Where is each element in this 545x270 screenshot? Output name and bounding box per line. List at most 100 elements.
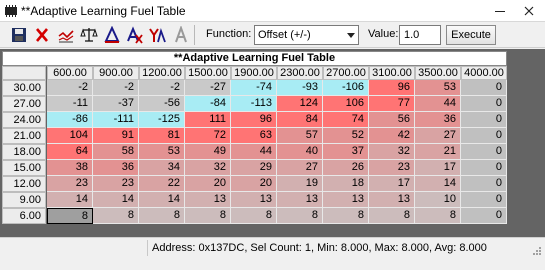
table-cell[interactable]: -56: [139, 96, 185, 112]
table-cell[interactable]: 104: [47, 128, 93, 144]
table-cell[interactable]: 0: [461, 192, 507, 208]
table-cell[interactable]: 56: [369, 112, 415, 128]
table-cell[interactable]: 34: [139, 160, 185, 176]
table-cell[interactable]: 36: [415, 112, 461, 128]
column-header[interactable]: 900.00: [93, 66, 139, 80]
table-cell[interactable]: 13: [231, 192, 277, 208]
table-cell[interactable]: 44: [415, 96, 461, 112]
delta-a-icon[interactable]: [103, 26, 121, 44]
table-cell[interactable]: 27: [277, 160, 323, 176]
column-header[interactable]: 3100.00: [369, 66, 415, 80]
table-cell[interactable]: 58: [93, 144, 139, 160]
table-cell[interactable]: 44: [231, 144, 277, 160]
minimize-button[interactable]: [487, 0, 512, 22]
table-cell[interactable]: 0: [461, 80, 507, 96]
table-cell[interactable]: 14: [93, 192, 139, 208]
table-cell[interactable]: 49: [185, 144, 231, 160]
table-cell[interactable]: 0: [461, 144, 507, 160]
table-cell[interactable]: 23: [93, 176, 139, 192]
table-cell[interactable]: 13: [369, 192, 415, 208]
table-cell[interactable]: 0: [461, 208, 507, 224]
table-cell[interactable]: 53: [415, 80, 461, 96]
table-cell[interactable]: 0: [461, 176, 507, 192]
table-cell[interactable]: 32: [369, 144, 415, 160]
balance-icon[interactable]: [80, 26, 98, 44]
table-cell[interactable]: 13: [323, 192, 369, 208]
table-cell[interactable]: 42: [369, 128, 415, 144]
table-cell[interactable]: 37: [323, 144, 369, 160]
table-cell[interactable]: 27: [415, 128, 461, 144]
x-a-icon[interactable]: [125, 26, 143, 44]
table-cell[interactable]: 36: [93, 160, 139, 176]
table-cell[interactable]: 22: [139, 176, 185, 192]
table-cell[interactable]: 8: [139, 208, 185, 224]
table-cell[interactable]: 19: [277, 176, 323, 192]
table-cell[interactable]: 84: [277, 112, 323, 128]
table-cell[interactable]: 23: [47, 176, 93, 192]
table-cell[interactable]: 10: [415, 192, 461, 208]
save-icon[interactable]: [10, 26, 28, 44]
resize-grip-icon[interactable]: [530, 244, 542, 256]
table-cell[interactable]: 0: [461, 112, 507, 128]
table-cell[interactable]: 53: [139, 144, 185, 160]
table-cell[interactable]: 18: [323, 176, 369, 192]
close-button[interactable]: [516, 0, 541, 22]
column-header[interactable]: 1900.00: [231, 66, 277, 80]
table-cell[interactable]: -84: [185, 96, 231, 112]
table-cell[interactable]: 26: [323, 160, 369, 176]
table-cell[interactable]: 77: [369, 96, 415, 112]
row-header[interactable]: 24.00: [2, 112, 46, 128]
table-cell[interactable]: 57: [277, 128, 323, 144]
table-cell[interactable]: 52: [323, 128, 369, 144]
row-header[interactable]: 30.00: [2, 80, 46, 96]
row-header[interactable]: 18.00: [2, 144, 46, 160]
table-cell[interactable]: 13: [277, 192, 323, 208]
table-cell[interactable]: -2: [47, 80, 93, 96]
table-cell[interactable]: 13: [185, 192, 231, 208]
table-cell[interactable]: -113: [231, 96, 277, 112]
table-cell[interactable]: 8: [185, 208, 231, 224]
column-header[interactable]: 2700.00: [323, 66, 369, 80]
table-cell[interactable]: 106: [323, 96, 369, 112]
table-cell[interactable]: 29: [231, 160, 277, 176]
column-header[interactable]: 3500.00: [415, 66, 461, 80]
table-cell[interactable]: 21: [415, 144, 461, 160]
y-a-icon[interactable]: [148, 26, 166, 44]
column-header[interactable]: 2300.00: [277, 66, 323, 80]
table-cell[interactable]: 96: [231, 112, 277, 128]
table-cell[interactable]: 72: [185, 128, 231, 144]
row-header[interactable]: 12.00: [2, 176, 46, 192]
table-cell[interactable]: 14: [139, 192, 185, 208]
table-cell[interactable]: 8: [415, 208, 461, 224]
title-bar[interactable]: **Adaptive Learning Fuel Table: [0, 0, 545, 22]
table-cell[interactable]: 0: [461, 160, 507, 176]
table-cell[interactable]: 17: [415, 160, 461, 176]
table-cell[interactable]: 124: [277, 96, 323, 112]
row-header[interactable]: 15.00: [2, 160, 46, 176]
execute-button[interactable]: Execute: [446, 25, 496, 45]
table-cell[interactable]: 63: [231, 128, 277, 144]
table-cell[interactable]: -37: [93, 96, 139, 112]
table-cell[interactable]: 96: [369, 80, 415, 96]
table-cell[interactable]: 38: [47, 160, 93, 176]
table-cell[interactable]: 64: [47, 144, 93, 160]
value-input[interactable]: [399, 25, 441, 45]
row-header[interactable]: 21.00: [2, 128, 46, 144]
font-a-icon[interactable]: [172, 26, 190, 44]
function-select[interactable]: Offset (+/-): [254, 25, 359, 45]
table-cell[interactable]: 32: [185, 160, 231, 176]
table-cell[interactable]: 8: [277, 208, 323, 224]
column-header[interactable]: 1500.00: [185, 66, 231, 80]
table-cell[interactable]: -111: [93, 112, 139, 128]
table-cell[interactable]: 0: [461, 96, 507, 112]
table-cell[interactable]: 17: [369, 176, 415, 192]
table-cell[interactable]: 0: [461, 128, 507, 144]
row-header[interactable]: 9.00: [2, 192, 46, 208]
table-cell[interactable]: 20: [185, 176, 231, 192]
table-cell[interactable]: 40: [277, 144, 323, 160]
row-header[interactable]: 6.00: [2, 208, 46, 224]
column-header[interactable]: 1200.00: [139, 66, 185, 80]
table-cell[interactable]: -74: [231, 80, 277, 96]
column-header[interactable]: 600.00: [47, 66, 93, 80]
table-cell[interactable]: 81: [139, 128, 185, 144]
